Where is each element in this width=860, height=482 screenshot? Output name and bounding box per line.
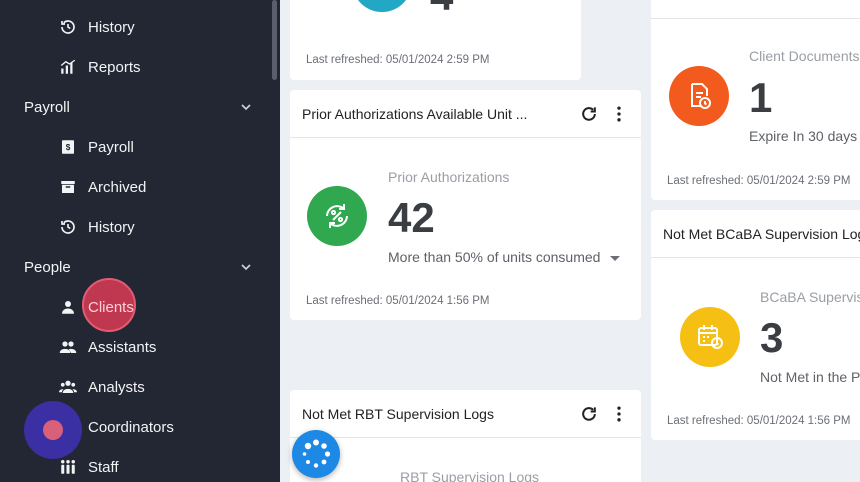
sidebar-item-archived[interactable]: Archived xyxy=(58,172,146,202)
more-vert-icon[interactable] xyxy=(609,404,629,424)
metric-sub: Not Met in the Pr xyxy=(760,369,860,385)
person-icon xyxy=(58,297,78,317)
sidebar-section-payroll[interactable]: Payroll xyxy=(24,92,254,122)
sidebar-item-label: History xyxy=(88,218,135,236)
metric-value: 4 xyxy=(430,0,453,20)
card-title: Prior Authorizations Available Unit ... xyxy=(302,105,528,122)
bcaba-badge xyxy=(680,307,740,367)
last-refreshed: Last refreshed: 05/01/2024 2:59 PM xyxy=(667,175,851,187)
loading-spinner-icon xyxy=(302,439,331,468)
sidebar-item-label: Reports xyxy=(88,58,141,76)
sidebar-section-label: Payroll xyxy=(24,98,70,116)
history-icon xyxy=(58,17,78,37)
sidebar-item-payroll[interactable]: $ Payroll xyxy=(58,132,134,162)
metric-sub: More than 50% of units consumed xyxy=(388,249,601,265)
sidebar-item-label: Staff xyxy=(88,458,119,476)
history-icon xyxy=(58,217,78,237)
sidebar-item-label: Assistants xyxy=(88,338,157,356)
card-badge-icon xyxy=(352,0,412,12)
sidebar-section-people[interactable]: People xyxy=(24,252,254,282)
sidebar-item-analysts[interactable]: Analysts xyxy=(58,372,145,402)
metric-value: 3 xyxy=(760,314,784,361)
sidebar-item-label: History xyxy=(88,18,135,36)
more-vert-icon[interactable] xyxy=(609,104,629,124)
client-docs-badge xyxy=(669,66,729,126)
coordinators-icon xyxy=(58,417,78,437)
card-bcaba-supervision: Not Met BCaBA Supervision Logs BCaBA Sup… xyxy=(651,210,860,440)
staff-icon xyxy=(58,457,78,477)
sidebar-item-assistants[interactable]: Assistants xyxy=(58,332,156,362)
percent-cycle-icon xyxy=(326,204,348,228)
metric-label: Client Documents xyxy=(749,48,860,64)
assistants-icon xyxy=(58,337,78,357)
card-header: Not Met BCaBA Supervision Logs xyxy=(651,210,860,258)
card-header-divider xyxy=(651,18,860,19)
last-refreshed: Last refreshed: 05/01/2024 2:59 PM xyxy=(306,54,490,66)
sidebar-item-staff[interactable]: Staff xyxy=(58,452,119,482)
card-rbt-supervision: Not Met RBT Supervision Logs RBT Supervi… xyxy=(290,390,641,482)
document-clock-icon xyxy=(691,83,711,109)
card-title: Not Met RBT Supervision Logs xyxy=(302,405,494,422)
sidebar-item-clients[interactable]: Clients xyxy=(58,292,134,322)
sidebar-section-label: People xyxy=(24,258,71,276)
sidebar-item-label: Archived xyxy=(88,178,147,196)
sidebar-item-label: Payroll xyxy=(88,138,134,156)
last-refreshed: Last refreshed: 05/01/2024 1:56 PM xyxy=(667,415,851,427)
metric-value: 1 xyxy=(749,74,773,121)
prior-auth-badge xyxy=(307,186,367,246)
sidebar: History Reports Payroll $ Payroll Archiv… xyxy=(0,0,280,482)
metric-label: RBT Supervision Logs xyxy=(400,469,540,482)
sidebar-item-coordinators[interactable]: Coordinators xyxy=(58,412,174,442)
card-top-left: 4 Last refreshed: 05/01/2024 2:59 PM xyxy=(290,0,581,80)
last-refreshed: Last refreshed: 05/01/2024 1:56 PM xyxy=(306,295,490,307)
archive-icon xyxy=(58,177,78,197)
svg-text:$: $ xyxy=(66,143,71,152)
refresh-icon[interactable] xyxy=(579,104,599,124)
chevron-down-icon xyxy=(241,264,251,271)
sidebar-item-label: Analysts xyxy=(88,378,145,396)
reports-icon xyxy=(58,57,78,77)
analysts-icon xyxy=(58,377,78,397)
metric-label: BCaBA Supervisi xyxy=(760,289,860,305)
sidebar-item-history-2[interactable]: History xyxy=(58,212,135,242)
card-header: Not Met RBT Supervision Logs xyxy=(290,390,641,438)
dropdown-arrow-icon[interactable] xyxy=(608,253,622,263)
chevron-down-icon xyxy=(241,104,251,111)
card-client-documents: Client Documents 1 Expire In 30 days o L… xyxy=(651,0,860,200)
card-title: Not Met BCaBA Supervision Logs xyxy=(663,225,860,242)
metric-sub: Expire In 30 days o xyxy=(749,128,860,144)
card-prior-authorizations: Prior Authorizations Available Unit ... … xyxy=(290,90,641,320)
calendar-clock-icon xyxy=(698,325,723,349)
card-header: Prior Authorizations Available Unit ... xyxy=(290,90,641,138)
refresh-icon[interactable] xyxy=(579,404,599,424)
metric-label: Prior Authorizations xyxy=(388,169,510,185)
sidebar-item-label: Clients xyxy=(88,298,134,316)
loading-fab-button[interactable] xyxy=(292,430,340,478)
sidebar-item-label: Coordinators xyxy=(88,418,174,436)
metric-value: 42 xyxy=(388,194,435,241)
sidebar-scrollbar[interactable] xyxy=(272,0,277,80)
sidebar-item-history[interactable]: History xyxy=(58,12,135,42)
payroll-icon: $ xyxy=(58,137,78,157)
sidebar-item-reports[interactable]: Reports xyxy=(58,52,141,82)
